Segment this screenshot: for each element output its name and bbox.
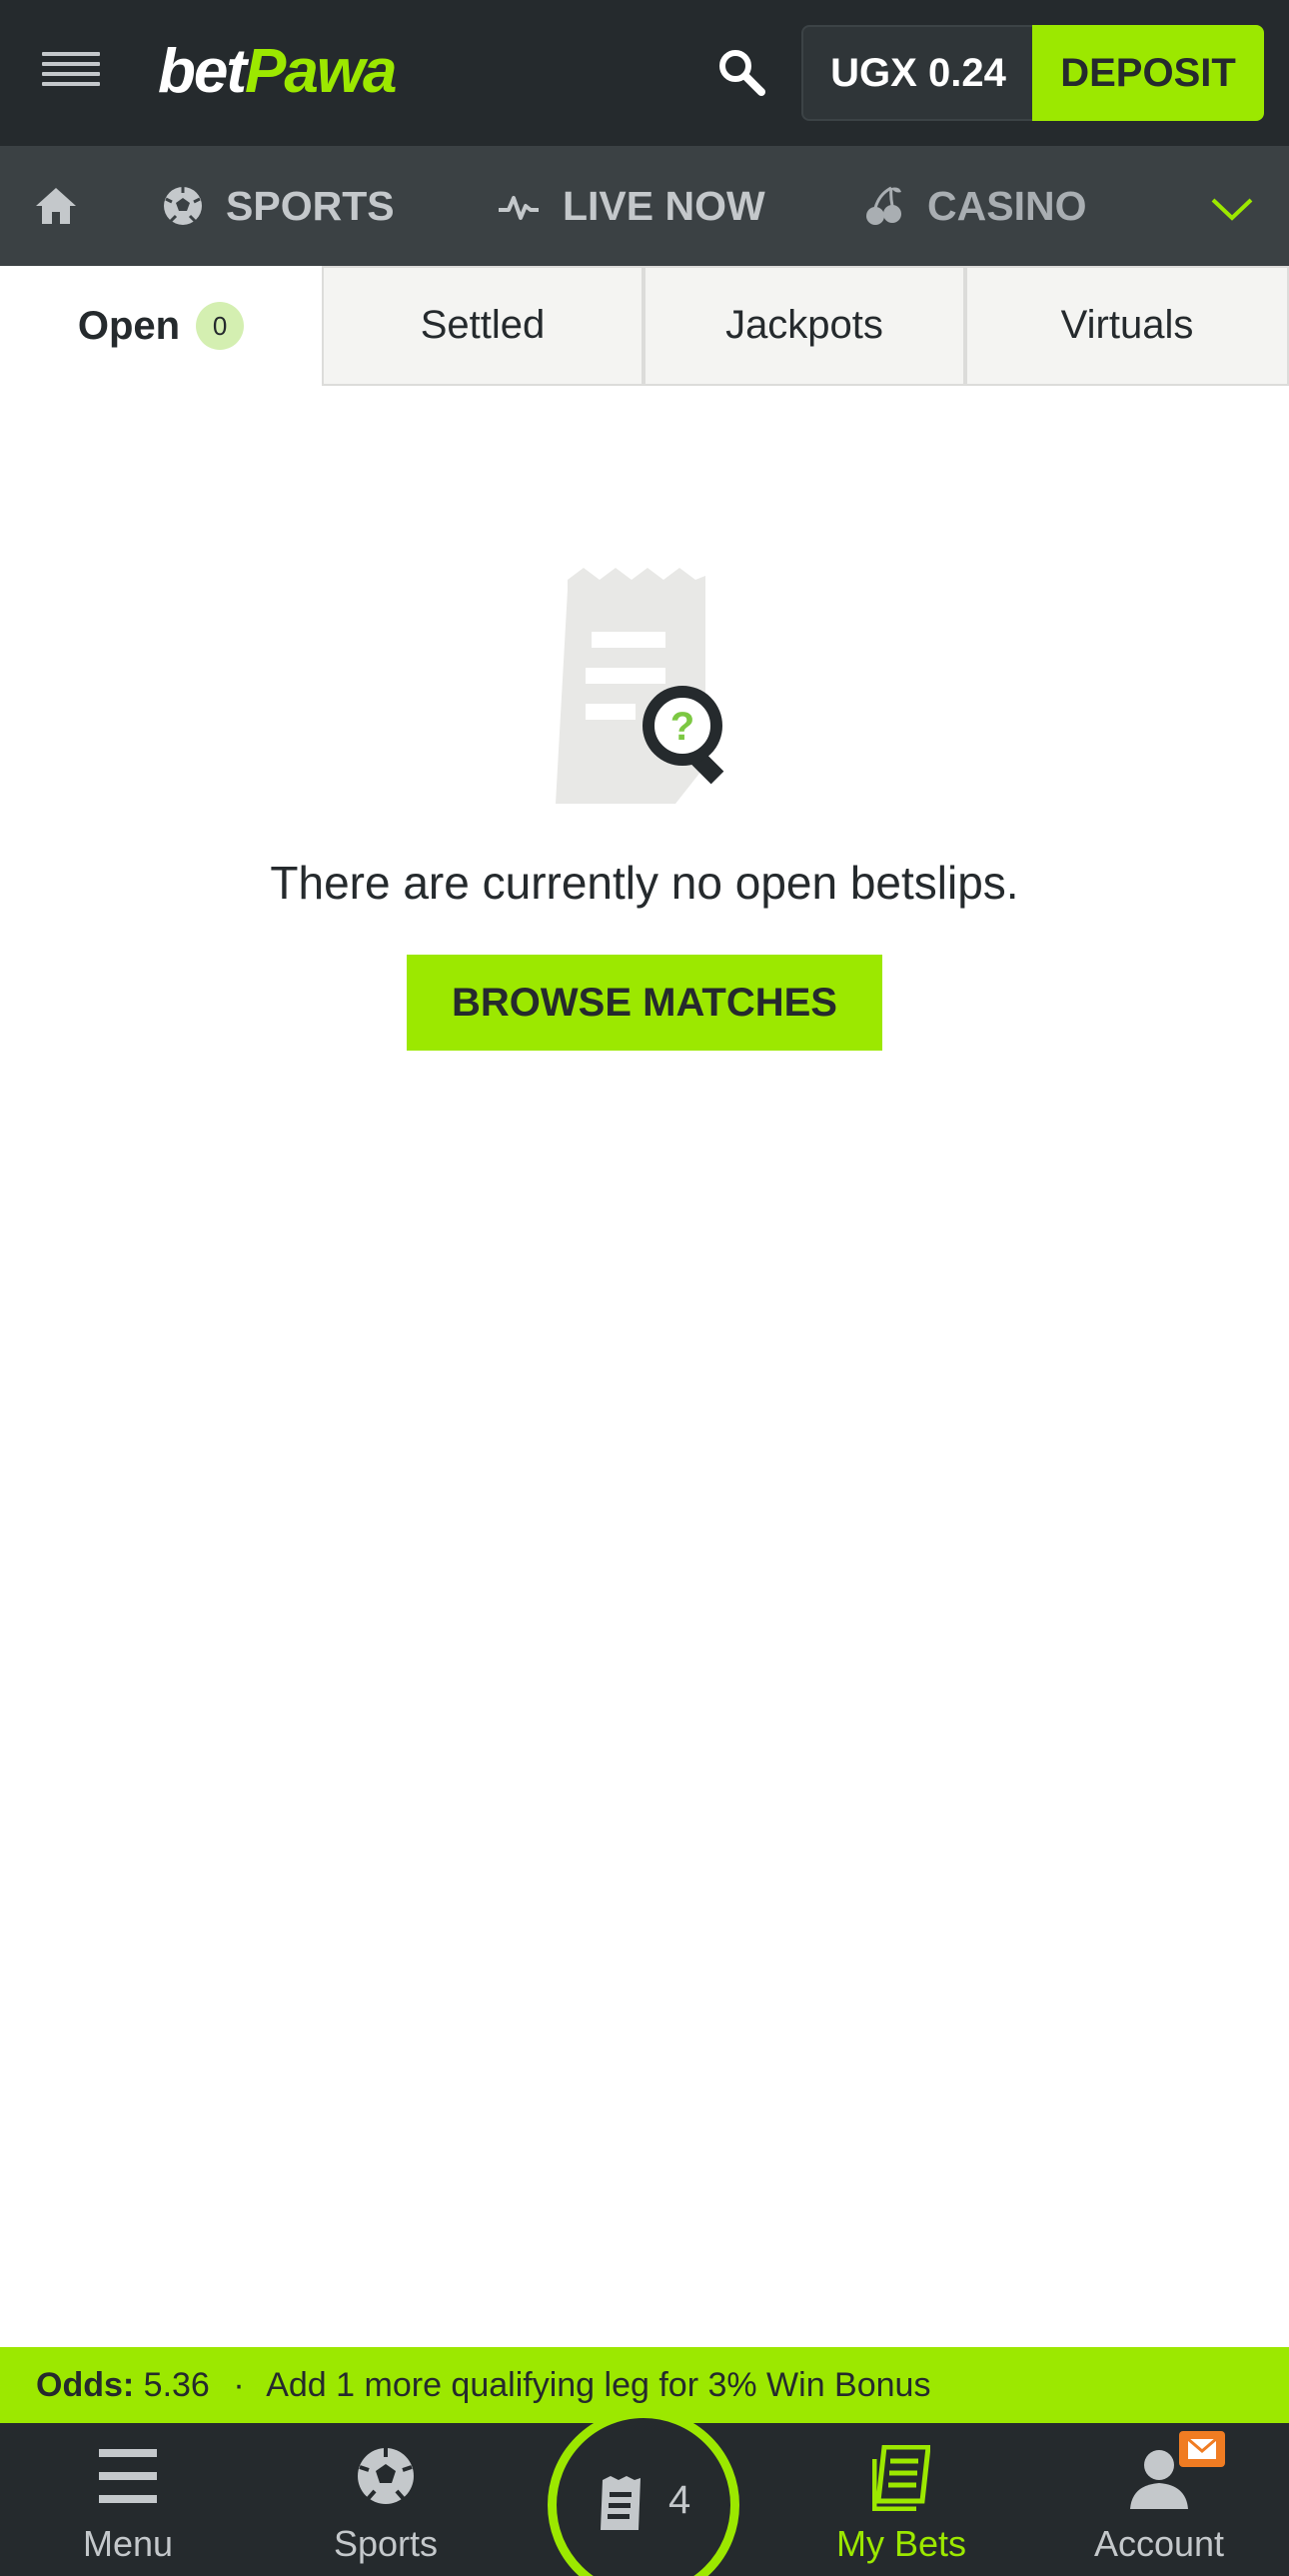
hamburger-menu-icon[interactable]	[42, 52, 100, 92]
tab-open-label: Open	[77, 304, 181, 348]
bottom-nav-sports[interactable]: Sports	[296, 2423, 476, 2576]
bottom-nav-menu-label: Menu	[82, 2523, 174, 2564]
svg-text:?: ?	[670, 705, 694, 749]
bottom-nav-my-bets[interactable]: My Bets	[811, 2423, 991, 2576]
soccer-ball-icon	[358, 2448, 414, 2504]
nav-sports[interactable]: SPORTS	[162, 146, 395, 266]
balance-button[interactable]: UGX 0.24	[801, 25, 1033, 121]
deposit-button[interactable]: DEPOSIT	[1032, 25, 1264, 121]
open-count-badge: 0	[196, 302, 245, 350]
bottom-nav-my-bets-label: My Bets	[835, 2523, 967, 2564]
nav-sports-label: SPORTS	[226, 182, 395, 229]
bottom-nav-account-label: Account	[1093, 2523, 1225, 2564]
tab-jackpots[interactable]: Jackpots	[644, 266, 965, 386]
empty-state-message: There are currently no open betslips.	[270, 857, 1019, 909]
receipt-search-icon: ?	[556, 566, 765, 806]
nav-casino[interactable]: CASINO	[863, 146, 1086, 266]
betpawa-logo[interactable]: betPawa	[158, 32, 398, 112]
win-bonus-message: Add 1 more qualifying leg for 3% Win Bon…	[266, 2366, 931, 2404]
nav-live-now[interactable]: LIVE NOW	[497, 146, 765, 266]
nav-home[interactable]	[32, 146, 80, 266]
bottom-nav-sports-label: Sports	[333, 2523, 439, 2564]
nav-casino-label: CASINO	[927, 182, 1087, 229]
search-icon[interactable]	[711, 42, 771, 102]
betslip-icon	[601, 2476, 641, 2530]
bets-tabs: Open 0 Settled Jackpots Virtuals	[0, 266, 1289, 386]
top-header: betPawa UGX 0.24 DEPOSIT	[0, 0, 1289, 146]
soccer-ball-icon	[164, 187, 202, 225]
tab-settled[interactable]: Settled	[322, 266, 644, 386]
browse-matches-button[interactable]: BROWSE MATCHES	[407, 955, 882, 1051]
my-bets-icon	[872, 2445, 930, 2511]
home-icon	[36, 188, 76, 224]
cherries-icon	[866, 186, 901, 225]
bottom-nav-menu[interactable]: Menu	[38, 2423, 218, 2576]
tab-open[interactable]: Open 0	[0, 266, 322, 386]
tab-virtuals[interactable]: Virtuals	[965, 266, 1289, 386]
odds-label: Odds:	[36, 2366, 135, 2404]
pulse-icon	[499, 196, 539, 220]
separator-dot: ·	[233, 2366, 245, 2404]
odds-value: 5.36	[143, 2366, 210, 2404]
category-navbar: SPORTS LIVE NOW CASINO	[0, 146, 1289, 266]
nav-live-now-label: LIVE NOW	[563, 182, 765, 229]
betslip-count: 4	[668, 2478, 691, 2522]
menu-icon	[99, 2449, 157, 2503]
chevron-down-icon[interactable]	[1205, 182, 1259, 236]
envelope-icon[interactable]	[1179, 2431, 1225, 2467]
